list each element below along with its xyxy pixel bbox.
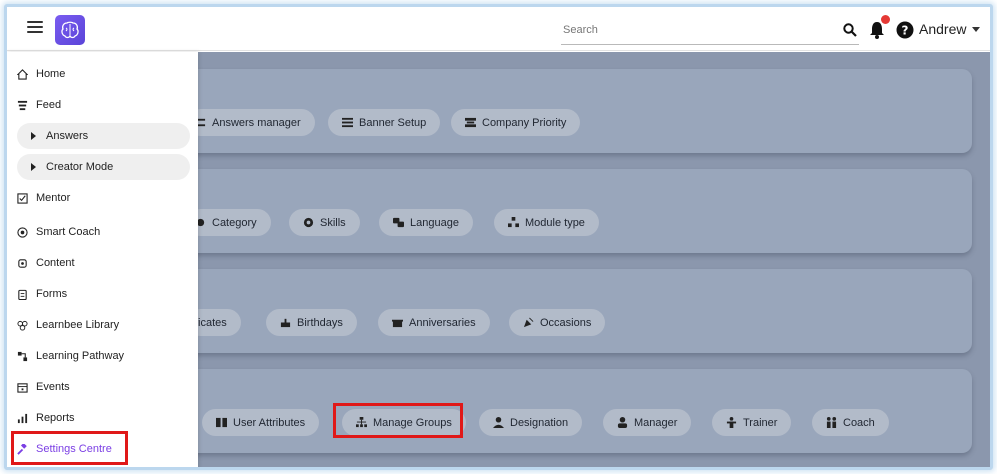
pathway-icon bbox=[17, 351, 28, 361]
cake-icon bbox=[280, 318, 291, 328]
sidebar: Home Feed Answers Creator Mode Mentor Sm… bbox=[7, 52, 198, 467]
search-bar bbox=[561, 19, 859, 45]
gift-icon bbox=[392, 319, 403, 328]
occasions-chip[interactable]: Occasions bbox=[509, 309, 606, 336]
bar-chart-icon bbox=[17, 413, 28, 423]
priority-icon bbox=[465, 117, 476, 128]
skills-icon bbox=[303, 217, 314, 228]
category-chip[interactable]: Category bbox=[187, 209, 271, 236]
sidebar-item-mentor[interactable]: Mentor bbox=[17, 185, 70, 211]
settings-card-celebrations: ficates Birthdays Anniversaries Occasion… bbox=[187, 269, 972, 353]
user-attributes-chip[interactable]: User Attributes bbox=[202, 409, 320, 436]
user-name: Andrew bbox=[919, 21, 967, 37]
sidebar-item-home[interactable]: Home bbox=[17, 61, 65, 87]
trainer-icon bbox=[726, 417, 737, 428]
sidebar-group-answers[interactable]: Answers bbox=[17, 123, 190, 149]
sidebar-group-creator-mode[interactable]: Creator Mode bbox=[17, 154, 190, 180]
designation-chip[interactable]: Designation bbox=[479, 409, 583, 436]
target-icon bbox=[17, 226, 28, 238]
brain-icon bbox=[61, 21, 79, 39]
sidebar-item-events[interactable]: Events bbox=[17, 374, 70, 400]
app-window: Answers manager Banner Setup Company Pri… bbox=[4, 4, 993, 470]
party-popper-icon bbox=[523, 317, 534, 328]
search-input[interactable] bbox=[561, 19, 831, 41]
sidebar-item-forms[interactable]: Forms bbox=[17, 281, 67, 307]
checkbox-icon bbox=[17, 192, 28, 204]
sidebar-item-content[interactable]: Content bbox=[17, 250, 75, 276]
anniversaries-chip[interactable]: Anniversaries bbox=[378, 309, 490, 336]
skills-chip[interactable]: Skills bbox=[289, 209, 360, 236]
bell-icon[interactable] bbox=[869, 21, 885, 39]
coach-chip[interactable]: Coach bbox=[812, 409, 889, 436]
user-attributes-icon bbox=[216, 417, 227, 428]
language-chip[interactable]: Language bbox=[379, 209, 473, 236]
calendar-icon bbox=[17, 382, 28, 393]
settings-card-people: User Attributes Manage Groups Designatio… bbox=[187, 369, 972, 453]
module-type-chip[interactable]: Module type bbox=[494, 209, 599, 236]
top-bar: ? Andrew bbox=[7, 7, 990, 51]
trainer-chip[interactable]: Trainer bbox=[712, 409, 792, 436]
sidebar-item-feed[interactable]: Feed bbox=[17, 92, 61, 118]
coach-icon bbox=[826, 417, 837, 428]
settings-card-content: Category Skills Language Module type bbox=[187, 169, 972, 253]
sidebar-item-learnbee-library[interactable]: Learnbee Library bbox=[17, 312, 119, 338]
library-icon bbox=[17, 320, 28, 331]
sidebar-item-smart-coach[interactable]: Smart Coach bbox=[17, 219, 100, 245]
user-menu[interactable]: Andrew bbox=[919, 21, 981, 37]
user-tie-icon bbox=[493, 417, 504, 428]
sidebar-item-reports[interactable]: Reports bbox=[17, 405, 75, 431]
settings-centre-highlight bbox=[11, 431, 128, 465]
clipboard-icon bbox=[18, 289, 27, 300]
language-icon bbox=[393, 217, 404, 228]
manager-icon bbox=[617, 417, 628, 428]
svg-text:?: ? bbox=[902, 24, 909, 38]
content-icon bbox=[18, 258, 27, 268]
app-logo[interactable] bbox=[55, 15, 85, 45]
menu-icon[interactable] bbox=[27, 21, 43, 35]
search-icon[interactable] bbox=[843, 23, 857, 37]
manager-chip[interactable]: Manager bbox=[603, 409, 692, 436]
caret-right-icon bbox=[31, 163, 36, 171]
settings-card-general: Answers manager Banner Setup Company Pri… bbox=[187, 69, 972, 153]
birthdays-chip[interactable]: Birthdays bbox=[266, 309, 357, 336]
banner-setup-chip[interactable]: Banner Setup bbox=[328, 109, 441, 136]
caret-right-icon bbox=[31, 132, 36, 140]
home-icon bbox=[17, 68, 28, 80]
company-priority-chip[interactable]: Company Priority bbox=[451, 109, 581, 136]
sidebar-item-learning-pathway[interactable]: Learning Pathway bbox=[17, 343, 124, 369]
manage-groups-highlight bbox=[333, 403, 463, 438]
help-icon[interactable]: ? bbox=[896, 21, 914, 39]
chevron-down-icon bbox=[972, 26, 981, 32]
notification-badge bbox=[881, 15, 890, 24]
feed-icon bbox=[17, 100, 28, 110]
answers-manager-chip[interactable]: Answers manager bbox=[187, 109, 315, 136]
module-icon bbox=[508, 217, 519, 228]
banner-icon bbox=[342, 117, 353, 128]
